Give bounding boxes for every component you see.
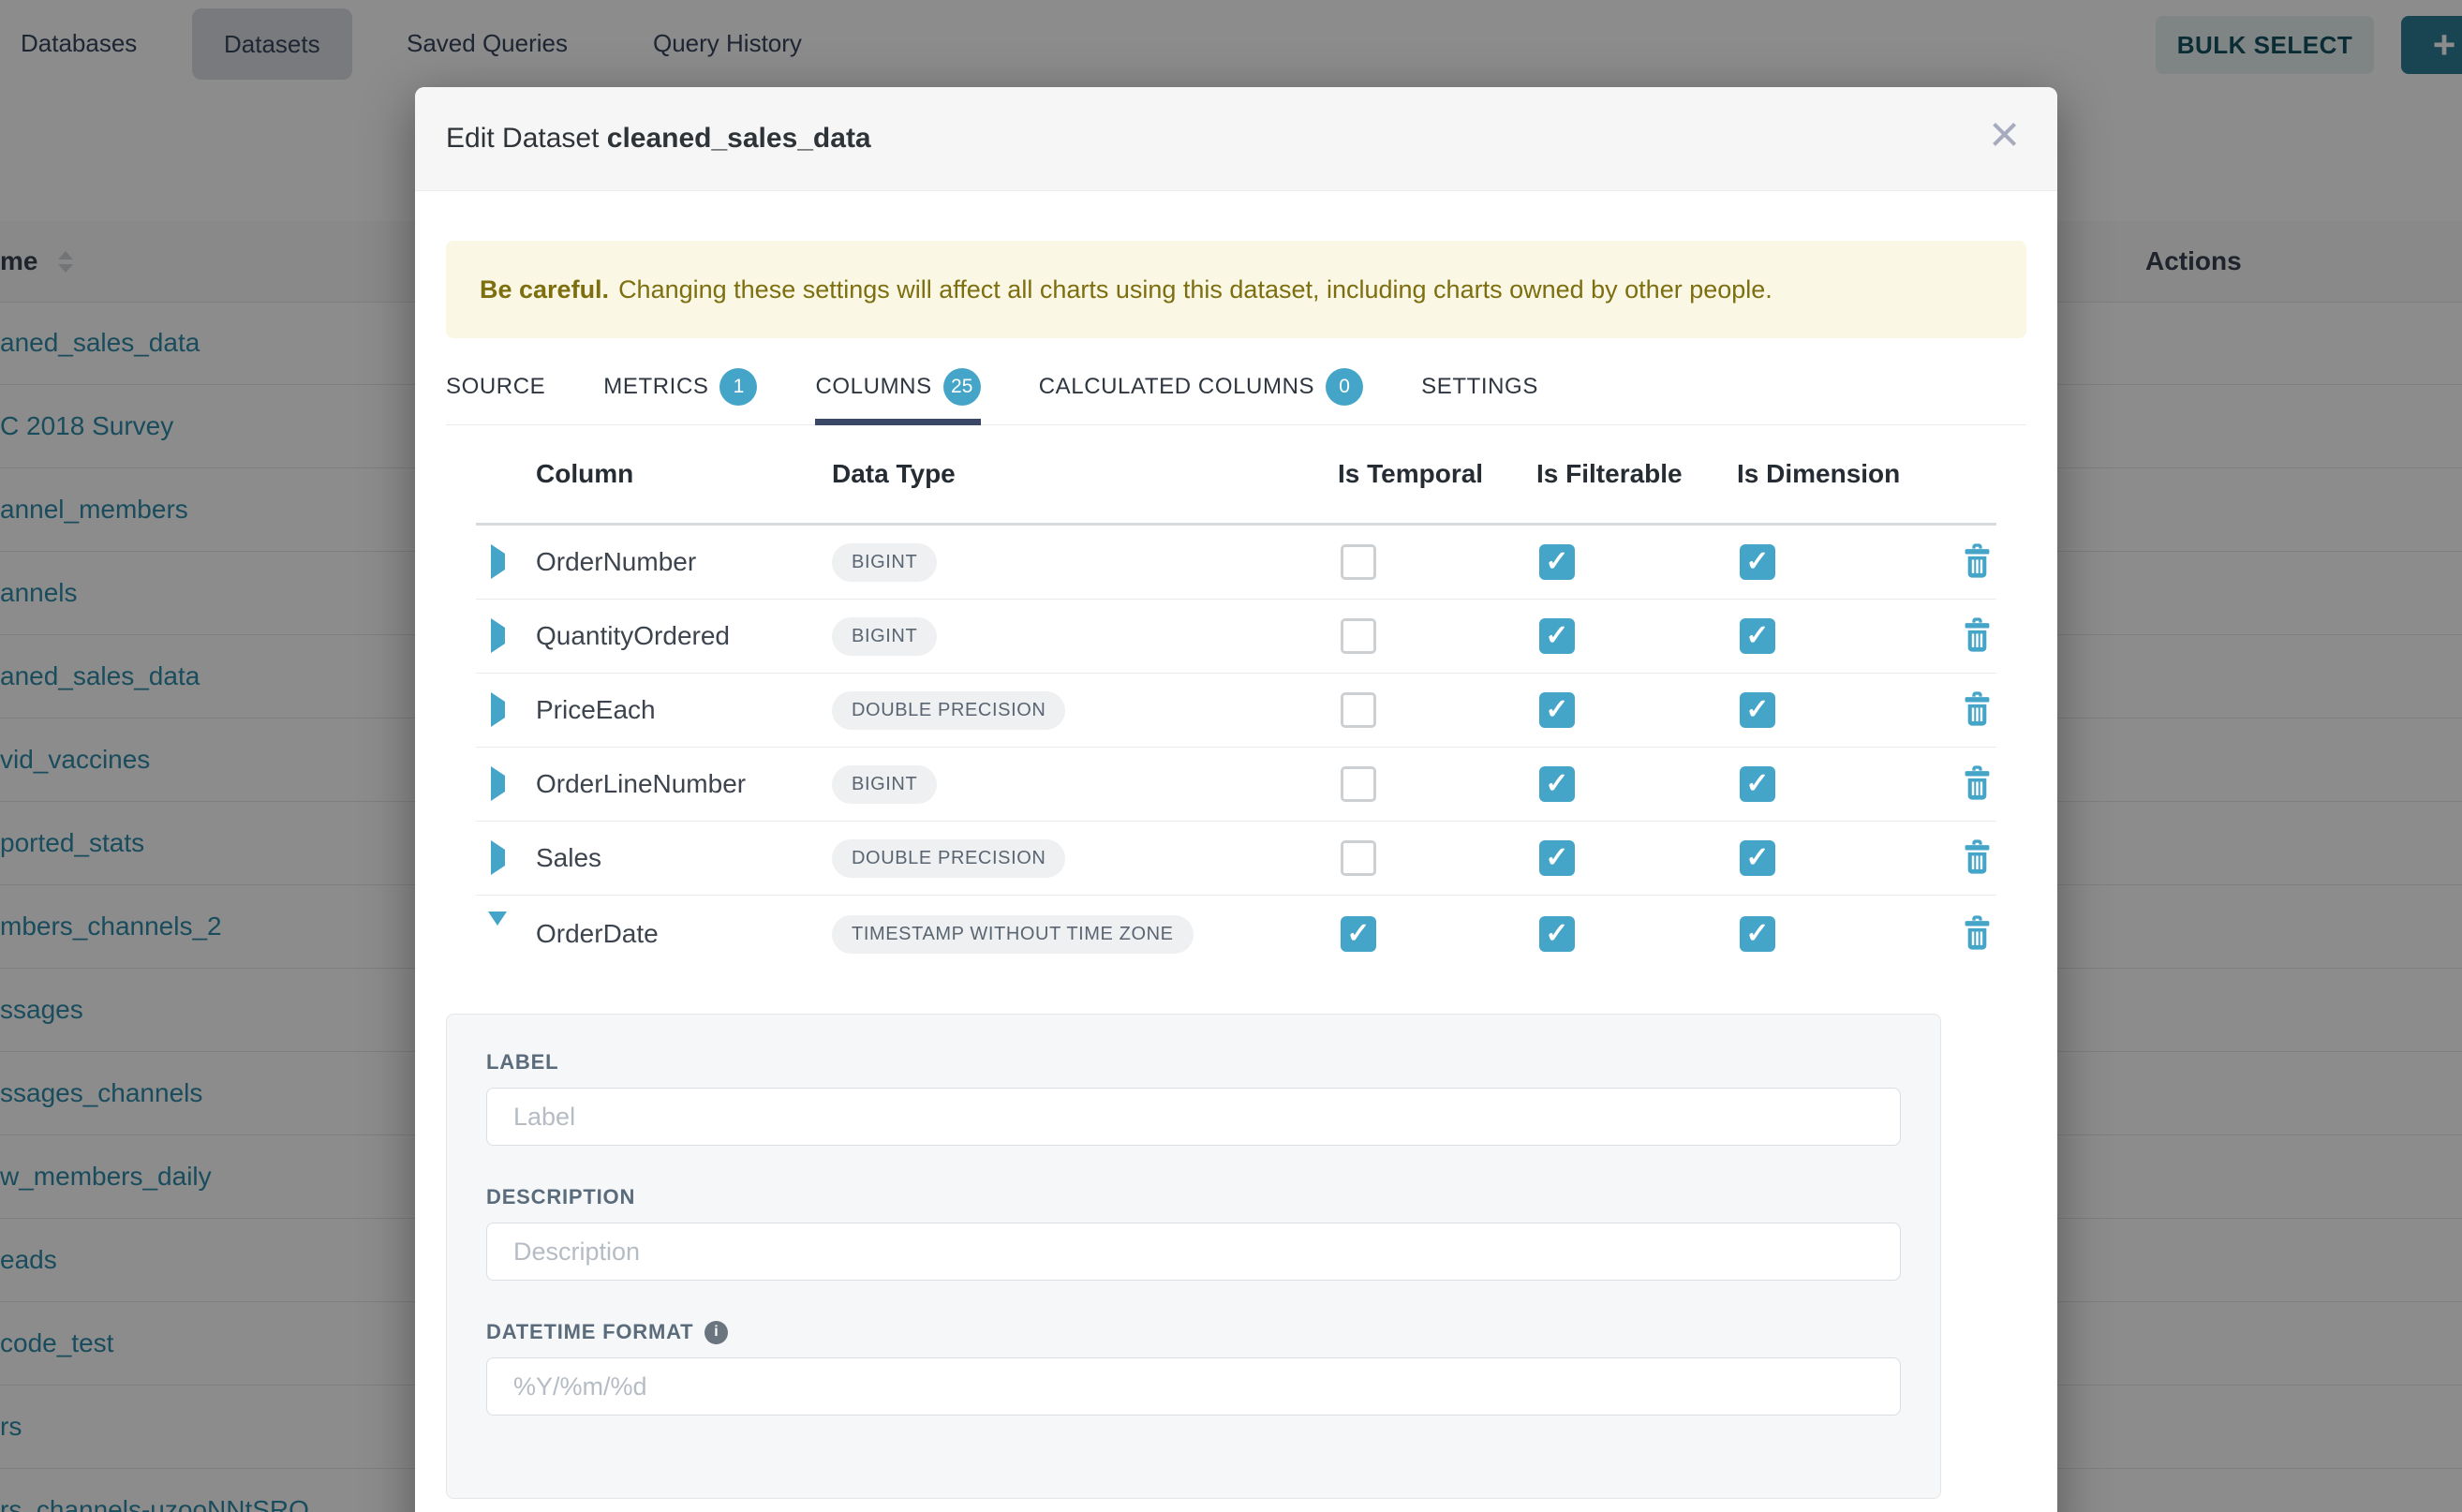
label-input[interactable] <box>486 1088 1901 1146</box>
modal-tabs: SOURCE METRICS 1 COLUMNS 25 CALCULATED COLUMN… <box>446 349 2026 425</box>
is-temporal-checkbox[interactable] <box>1341 692 1376 728</box>
data-type-pill: TIMESTAMP WITHOUT TIME ZONE <box>832 915 1194 954</box>
is-dimension-checkbox[interactable] <box>1740 840 1775 876</box>
column-name: OrderLineNumber <box>536 769 746 798</box>
modal-header: Edit Dataset cleaned_sales_data × <box>415 87 2057 191</box>
is-filterable-checkbox[interactable] <box>1539 840 1575 876</box>
datetime-format-field-group: DATETIME FORMAT i <box>486 1320 1901 1416</box>
is-dimension-checkbox[interactable] <box>1740 916 1775 952</box>
trash-icon <box>1963 765 1992 803</box>
is-filterable-header: Is Filterable <box>1536 459 1737 489</box>
column-name: QuantityOrdered <box>536 621 730 650</box>
tab-columns[interactable]: COLUMNS 25 <box>815 349 980 424</box>
label-field-label: LABEL <box>486 1050 1901 1075</box>
page: DatabasesDatasetsSaved QueriesQuery Hist… <box>0 0 2462 1512</box>
is-temporal-checkbox[interactable] <box>1341 916 1376 952</box>
delete-column-button[interactable] <box>1963 765 1992 803</box>
trash-icon <box>1963 691 1992 729</box>
column-header: Column <box>536 459 832 489</box>
delete-column-button[interactable] <box>1963 617 1992 655</box>
tab-count-badge: 0 <box>1326 368 1363 406</box>
trash-icon <box>1963 543 1992 581</box>
datetime-format-input[interactable] <box>486 1357 1901 1416</box>
expand-caret-icon[interactable] <box>491 766 505 801</box>
is-filterable-checkbox[interactable] <box>1539 766 1575 802</box>
description-field-group: DESCRIPTION <box>486 1185 1901 1281</box>
trash-icon <box>1963 915 1992 953</box>
trash-icon <box>1963 839 1992 877</box>
expand-caret-icon[interactable] <box>491 692 505 727</box>
is-filterable-checkbox[interactable] <box>1539 618 1575 654</box>
data-type-pill: DOUBLE PRECISION <box>832 839 1065 878</box>
tab-label: SOURCE <box>446 374 545 400</box>
column-row-orderlinenumber: OrderLineNumber BIGINT <box>476 748 1996 822</box>
column-detail-panel: LABEL DESCRIPTION DATETIME FORMAT i <box>446 1014 1941 1499</box>
column-row-ordernumber: OrderNumber BIGINT <box>476 526 1996 600</box>
tab-source[interactable]: SOURCE <box>446 349 545 424</box>
delete-column-button[interactable] <box>1963 839 1992 877</box>
label-field-group: LABEL <box>486 1050 1901 1146</box>
is-dimension-checkbox[interactable] <box>1740 544 1775 580</box>
data-type-pill: BIGINT <box>832 765 937 804</box>
tab-count-badge: 1 <box>719 368 757 406</box>
is-filterable-checkbox[interactable] <box>1539 692 1575 728</box>
is-temporal-checkbox[interactable] <box>1341 544 1376 580</box>
expand-caret-icon[interactable] <box>491 840 505 875</box>
column-name: OrderDate <box>536 919 659 948</box>
tab-label: CALCULATED COLUMNS <box>1039 374 1314 400</box>
modal-body: Be careful. Changing these settings will… <box>415 241 2057 1499</box>
is-dimension-checkbox[interactable] <box>1740 692 1775 728</box>
is-filterable-checkbox[interactable] <box>1539 544 1575 580</box>
columns-table: Column Data Type Is Temporal Is Filterab… <box>476 425 1996 972</box>
expand-caret-icon[interactable] <box>491 544 505 579</box>
description-input[interactable] <box>486 1223 1901 1281</box>
info-icon[interactable]: i <box>704 1321 728 1344</box>
tab-calculated-columns[interactable]: CALCULATED COLUMNS 0 <box>1039 349 1363 424</box>
data-type-pill: BIGINT <box>832 543 937 582</box>
columns-table-header: Column Data Type Is Temporal Is Filterab… <box>476 425 1996 526</box>
expand-caret-icon[interactable] <box>491 618 505 653</box>
is-temporal-header: Is Temporal <box>1338 459 1536 489</box>
delete-column-button[interactable] <box>1963 543 1992 581</box>
warning-banner: Be careful. Changing these settings will… <box>446 241 2026 338</box>
tab-label: SETTINGS <box>1421 374 1538 400</box>
tab-label: METRICS <box>603 374 708 400</box>
column-row-sales: Sales DOUBLE PRECISION <box>476 822 1996 896</box>
description-field-label: DESCRIPTION <box>486 1185 1901 1209</box>
data-type-pill: DOUBLE PRECISION <box>832 691 1065 730</box>
column-row-orderdate: OrderDate TIMESTAMP WITHOUT TIME ZONE <box>476 896 1996 972</box>
is-temporal-checkbox[interactable] <box>1341 618 1376 654</box>
column-row-priceeach: PriceEach DOUBLE PRECISION <box>476 674 1996 748</box>
tab-label: COLUMNS <box>815 374 931 400</box>
column-name: OrderNumber <box>536 547 696 576</box>
is-filterable-checkbox[interactable] <box>1539 916 1575 952</box>
is-dimension-checkbox[interactable] <box>1740 766 1775 802</box>
edit-dataset-modal: Edit Dataset cleaned_sales_data × Be car… <box>415 87 2057 1512</box>
data-type-header: Data Type <box>832 459 1338 489</box>
is-temporal-checkbox[interactable] <box>1341 840 1376 876</box>
delete-column-button[interactable] <box>1963 691 1992 729</box>
tab-settings[interactable]: SETTINGS <box>1421 349 1538 424</box>
is-temporal-checkbox[interactable] <box>1341 766 1376 802</box>
close-icon[interactable]: × <box>1989 108 2020 160</box>
collapse-caret-icon[interactable] <box>488 912 507 941</box>
modal-title: Edit Dataset cleaned_sales_data <box>446 123 871 155</box>
trash-icon <box>1963 617 1992 655</box>
is-dimension-checkbox[interactable] <box>1740 618 1775 654</box>
tab-metrics[interactable]: METRICS 1 <box>603 349 757 424</box>
column-name: PriceEach <box>536 695 656 724</box>
data-type-pill: BIGINT <box>832 617 937 656</box>
delete-column-button[interactable] <box>1963 915 1992 953</box>
column-name: Sales <box>536 843 601 872</box>
column-row-quantityordered: QuantityOrdered BIGINT <box>476 600 1996 674</box>
datetime-format-field-label: DATETIME FORMAT i <box>486 1320 1901 1344</box>
tab-count-badge: 25 <box>943 368 981 406</box>
is-dimension-header: Is Dimension <box>1737 459 1963 489</box>
